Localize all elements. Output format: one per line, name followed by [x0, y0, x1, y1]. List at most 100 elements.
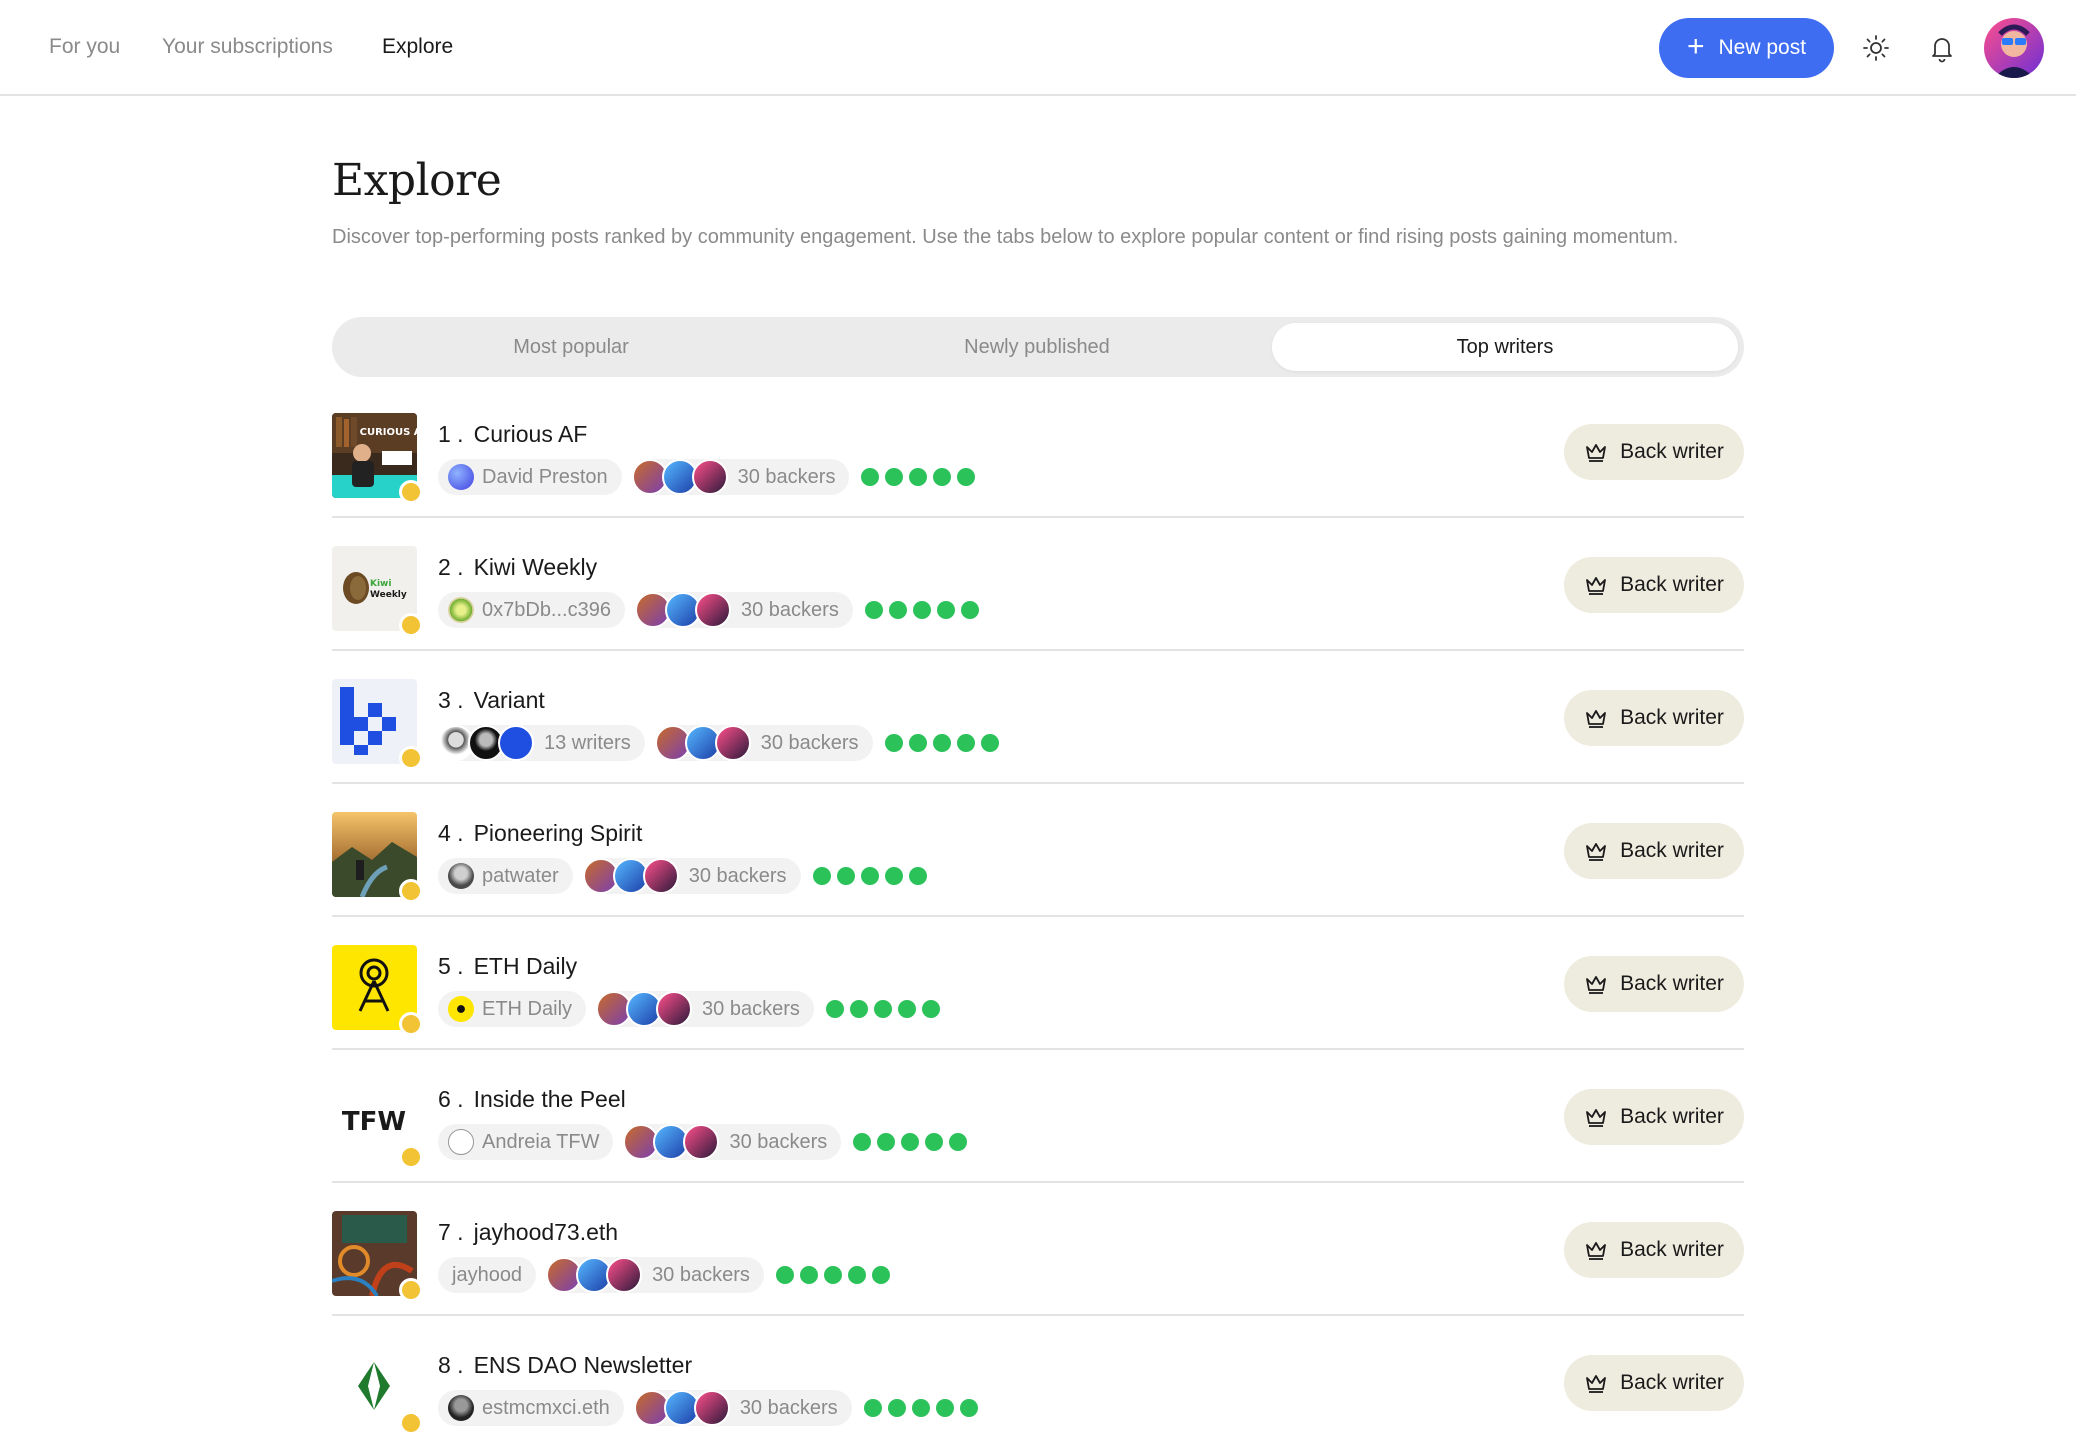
crown-icon: [1586, 577, 1606, 595]
writer-rank: 5 .: [438, 953, 464, 979]
writer-avatar: [498, 725, 534, 761]
verified-badge: [399, 613, 423, 637]
writer-name: Variant: [473, 687, 545, 713]
writer-name: jayhood73.eth: [473, 1219, 619, 1245]
plus-icon: +: [1686, 29, 1705, 63]
theme-toggle-button[interactable]: [1856, 28, 1896, 68]
crown-icon: [1586, 1375, 1606, 1393]
backer-avatar: [694, 592, 731, 628]
user-avatar[interactable]: [1984, 18, 2044, 78]
back-writer-button[interactable]: Back writer: [1564, 1089, 1744, 1145]
backer-avatar: [606, 1257, 643, 1293]
author-name: 0x7bDb...c396: [482, 598, 611, 621]
new-post-button[interactable]: + New post: [1659, 18, 1834, 78]
crown-icon: [1586, 444, 1606, 462]
writer-title[interactable]: 7 . jayhood73.eth: [438, 1219, 618, 1246]
backer-avatars: [654, 725, 751, 761]
writer-row[interactable]: TFW 6 . Inside the Peel Andreia TFW 30 ba…: [332, 1050, 1744, 1183]
writer-row[interactable]: 4 . Pioneering Spirit patwater 30 backers…: [332, 784, 1744, 917]
backers-chip[interactable]: 30 backers: [596, 991, 814, 1027]
writer-title[interactable]: 6 . Inside the Peel: [438, 1086, 626, 1113]
back-writer-button[interactable]: Back writer: [1564, 823, 1744, 879]
tab-newly-published[interactable]: Newly published: [804, 323, 1270, 371]
back-writer-button[interactable]: Back writer: [1564, 956, 1744, 1012]
backers-chip[interactable]: 30 backers: [631, 459, 850, 495]
writer-rank: 6 .: [438, 1086, 464, 1112]
top-navigation-bar: For you Your subscriptions Explore + New…: [0, 0, 2076, 96]
backers-chip[interactable]: 30 backers: [633, 1390, 852, 1426]
author-avatar: [448, 464, 474, 490]
writer-row[interactable]: 3 . Variant 13 writers 30 backers Back w…: [332, 651, 1744, 784]
backers-chip[interactable]: 30 backers: [654, 725, 873, 761]
author-chip[interactable]: jayhood: [438, 1257, 537, 1293]
nav-tab-for-you[interactable]: For you: [49, 35, 120, 59]
backers-count: 30 backers: [702, 997, 800, 1020]
crown-icon: [1586, 1242, 1606, 1260]
verified-badge: [399, 746, 423, 770]
writer-title[interactable]: 8 . ENS DAO Newsletter: [438, 1352, 692, 1379]
notifications-button[interactable]: [1922, 28, 1962, 68]
writer-avatars: [438, 725, 534, 761]
backer-avatar: [691, 459, 728, 495]
writers-count: 13 writers: [544, 731, 631, 754]
writer-title[interactable]: 2 . Kiwi Weekly: [438, 554, 597, 581]
backers-count: 30 backers: [760, 731, 859, 754]
engagement-score: [775, 1266, 890, 1284]
writer-name: Kiwi Weekly: [473, 554, 598, 580]
back-writer-label: Back writer: [1620, 1105, 1724, 1128]
back-writer-button[interactable]: Back writer: [1564, 424, 1744, 480]
author-chip[interactable]: Andreia TFW: [438, 1124, 614, 1160]
author-name: Andreia TFW: [482, 1130, 600, 1153]
back-writer-button[interactable]: Back writer: [1564, 690, 1744, 746]
writer-title[interactable]: 3 . Variant: [438, 687, 545, 714]
back-writer-button[interactable]: Back writer: [1564, 1222, 1744, 1278]
page-description: Discover top-performing posts ranked by …: [332, 226, 1679, 248]
writer-name: ENS DAO Newsletter: [473, 1352, 693, 1378]
author-chip[interactable]: David Preston: [438, 459, 622, 495]
back-writer-button[interactable]: Back writer: [1564, 1355, 1744, 1411]
engagement-score: [863, 1399, 978, 1417]
author-chip[interactable]: estmcmxci.eth: [438, 1390, 624, 1426]
nav-tab-explore[interactable]: Explore: [382, 35, 453, 59]
back-writer-button[interactable]: Back writer: [1564, 557, 1744, 613]
backers-count: 30 backers: [729, 1130, 828, 1153]
thumbnail-text: Weekly: [370, 590, 407, 600]
author-chip[interactable]: ETH Daily: [438, 991, 587, 1027]
author-name: estmcmxci.eth: [482, 1396, 610, 1419]
backers-chip[interactable]: 30 backers: [623, 1124, 842, 1160]
writer-title[interactable]: 5 . ETH Daily: [438, 953, 577, 980]
backer-avatars: [633, 1390, 730, 1426]
writer-row[interactable]: CURIOUS AF 1 . Curious AF David Preston 3…: [332, 385, 1744, 518]
verified-badge: [399, 480, 423, 504]
tab-most-popular[interactable]: Most popular: [338, 323, 804, 371]
writer-row[interactable]: Kiwi Weekly 2 . Kiwi Weekly 0x7bDb...c396…: [332, 518, 1744, 651]
writer-rank: 1 .: [438, 421, 464, 447]
writer-title[interactable]: 4 . Pioneering Spirit: [438, 820, 642, 847]
author-avatar: [448, 996, 474, 1022]
nav-tab-your-subscriptions[interactable]: Your subscriptions: [162, 35, 333, 59]
author-chip[interactable]: 0x7bDb...c396: [438, 592, 625, 628]
author-chip[interactable]: patwater: [438, 858, 573, 894]
backers-chip[interactable]: 30 backers: [546, 1257, 764, 1293]
thumbnail-text: TFW: [342, 1107, 406, 1137]
backer-avatar: [683, 1124, 720, 1160]
writer-row[interactable]: 5 . ETH Daily ETH Daily 30 backers Back w…: [332, 917, 1744, 1050]
crown-icon: [1586, 976, 1606, 994]
writer-rank: 4 .: [438, 820, 464, 846]
engagement-score: [864, 601, 979, 619]
author-avatar: [448, 1129, 474, 1155]
tab-top-writers[interactable]: Top writers: [1272, 323, 1738, 371]
writer-name: Curious AF: [473, 421, 588, 447]
explore-tabs: Most popular Newly published Top writers: [332, 317, 1744, 377]
writers-chip[interactable]: 13 writers: [438, 725, 645, 761]
writer-title[interactable]: 1 . Curious AF: [438, 421, 587, 448]
backers-chip[interactable]: 30 backers: [582, 858, 801, 894]
writer-name: Inside the Peel: [473, 1086, 626, 1112]
writer-row[interactable]: 7 . jayhood73.eth jayhood 30 backers Back…: [332, 1183, 1744, 1316]
backers-chip[interactable]: 30 backers: [634, 592, 853, 628]
thumbnail-text: CURIOUS AF: [360, 427, 417, 438]
writer-rank: 7 .: [438, 1219, 464, 1245]
author-avatar: [448, 863, 474, 889]
crown-icon: [1586, 843, 1606, 861]
writer-row[interactable]: 8 . ENS DAO Newsletter estmcmxci.eth 30 b…: [332, 1316, 1744, 1448]
